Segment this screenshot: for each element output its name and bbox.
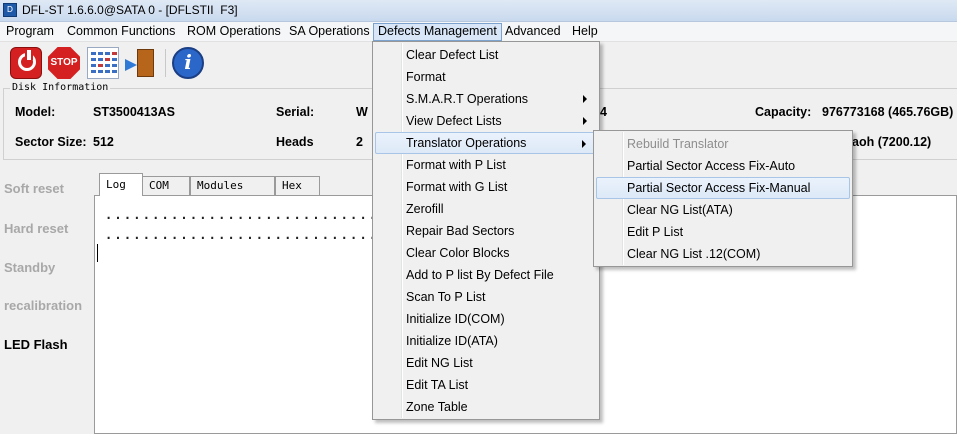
menu-item-edit-p-list[interactable]: Edit P List bbox=[596, 221, 850, 243]
menu-item-label: View Defect Lists bbox=[406, 114, 502, 128]
menu-item-smart-operations[interactable]: S.M.A.R.T Operations bbox=[375, 88, 597, 110]
menu-item-initialize-id-com[interactable]: Initialize ID(COM) bbox=[375, 308, 597, 330]
menu-item-repair-bad-sectors[interactable]: Repair Bad Sectors bbox=[375, 220, 597, 242]
menu-item-partial-sector-fix-auto[interactable]: Partial Sector Access Fix-Auto bbox=[596, 155, 850, 177]
menu-item-translator-operations[interactable]: Translator Operations bbox=[375, 132, 597, 154]
menu-item-rebuild-translator[interactable]: Rebuild Translator bbox=[596, 133, 850, 155]
serial-label: Serial: bbox=[276, 105, 315, 119]
menu-item-format-with-p-list[interactable]: Format with P List bbox=[375, 154, 597, 176]
tab-modules-list[interactable]: Modules List bbox=[190, 176, 275, 209]
capacity-label: Capacity: bbox=[755, 105, 812, 119]
text-caret bbox=[97, 244, 98, 262]
submenu-arrow-icon bbox=[582, 140, 586, 148]
serial-value: W bbox=[356, 105, 368, 119]
heads-value: 2 bbox=[356, 135, 363, 149]
menu-item-zone-table[interactable]: Zone Table bbox=[375, 396, 597, 418]
submenu-arrow-icon bbox=[583, 95, 587, 103]
standby-button[interactable]: Standby bbox=[4, 260, 55, 275]
title-bar: D DFL-ST 1.6.6.0@SATA 0 - [DFLSTII F3] bbox=[0, 0, 957, 22]
menu-common-functions[interactable]: Common Functions bbox=[63, 23, 179, 41]
power-icon[interactable] bbox=[10, 47, 42, 79]
toolbar-separator bbox=[165, 49, 166, 77]
grid-list-icon[interactable] bbox=[87, 47, 119, 79]
menu-item-add-to-p-list[interactable]: Add to P list By Defect File bbox=[375, 264, 597, 286]
menu-item-view-defect-lists[interactable]: View Defect Lists bbox=[375, 110, 597, 132]
menu-item-edit-ng-list[interactable]: Edit NG List bbox=[375, 352, 597, 374]
app-icon: D bbox=[3, 3, 17, 17]
menu-item-label: S.M.A.R.T Operations bbox=[406, 92, 529, 106]
model-label: Model: bbox=[15, 105, 56, 119]
menu-item-partial-sector-fix-manual[interactable]: Partial Sector Access Fix-Manual bbox=[596, 177, 850, 199]
menu-defects-management[interactable]: Defects Management bbox=[373, 23, 502, 41]
menu-advanced[interactable]: Advanced bbox=[501, 23, 565, 41]
tab-hex[interactable]: Hex bbox=[275, 176, 320, 195]
sector-size-value: 512 bbox=[93, 135, 114, 149]
menu-item-format[interactable]: Format bbox=[375, 66, 597, 88]
serial-value-tail: 4 bbox=[600, 105, 607, 119]
app-window: D DFL-ST 1.6.6.0@SATA 0 - [DFLSTII F3] P… bbox=[0, 0, 957, 434]
disk-info-label: Disk Information bbox=[10, 82, 111, 93]
menu-item-label: Translator Operations bbox=[406, 136, 527, 150]
sector-size-label: Sector Size: bbox=[15, 135, 87, 149]
menu-item-clear-ng-list-12-com[interactable]: Clear NG List .12(COM) bbox=[596, 243, 850, 265]
led-flash-button[interactable]: LED Flash bbox=[4, 337, 68, 352]
menu-bar: Program Common Functions ROM Operations … bbox=[0, 22, 957, 42]
model-value: ST3500413AS bbox=[93, 105, 176, 119]
capacity-value: 976773168 (465.76GB) bbox=[822, 105, 954, 119]
tab-com[interactable]: COM bbox=[142, 176, 190, 195]
menu-item-format-with-g-list[interactable]: Format with G List bbox=[375, 176, 597, 198]
menu-item-clear-defect-list[interactable]: Clear Defect List bbox=[375, 44, 597, 66]
menu-item-clear-color-blocks[interactable]: Clear Color Blocks bbox=[375, 242, 597, 264]
menu-rom-operations[interactable]: ROM Operations bbox=[183, 23, 285, 41]
menu-sa-operations[interactable]: SA Operations bbox=[285, 23, 374, 41]
defects-management-menu: Clear Defect List Format S.M.A.R.T Opera… bbox=[372, 41, 600, 420]
translator-operations-submenu: Rebuild Translator Partial Sector Access… bbox=[593, 130, 853, 267]
stop-icon[interactable]: STOP bbox=[48, 47, 80, 79]
tab-log[interactable]: Log bbox=[99, 173, 143, 196]
menu-program[interactable]: Program bbox=[2, 23, 58, 41]
menu-item-scan-to-p-list[interactable]: Scan To P List bbox=[375, 286, 597, 308]
menu-item-initialize-id-ata[interactable]: Initialize ID(ATA) bbox=[375, 330, 597, 352]
menu-item-edit-ta-list[interactable]: Edit TA List bbox=[375, 374, 597, 396]
menu-help[interactable]: Help bbox=[568, 23, 602, 41]
submenu-arrow-icon bbox=[583, 117, 587, 125]
heads-label: Heads bbox=[276, 135, 314, 149]
recalibration-button[interactable]: recalibration bbox=[4, 298, 82, 313]
menu-item-zerofill[interactable]: Zerofill bbox=[375, 198, 597, 220]
exit-door-icon[interactable] bbox=[125, 47, 157, 79]
soft-reset-button[interactable]: Soft reset bbox=[4, 181, 64, 196]
firmware-family-value: aoh (7200.12) bbox=[852, 135, 932, 149]
hard-reset-button[interactable]: Hard reset bbox=[4, 221, 68, 236]
info-icon[interactable]: i bbox=[172, 47, 204, 79]
window-title: DFL-ST 1.6.6.0@SATA 0 - [DFLSTII F3] bbox=[22, 3, 238, 17]
menu-item-clear-ng-list-ata[interactable]: Clear NG List(ATA) bbox=[596, 199, 850, 221]
